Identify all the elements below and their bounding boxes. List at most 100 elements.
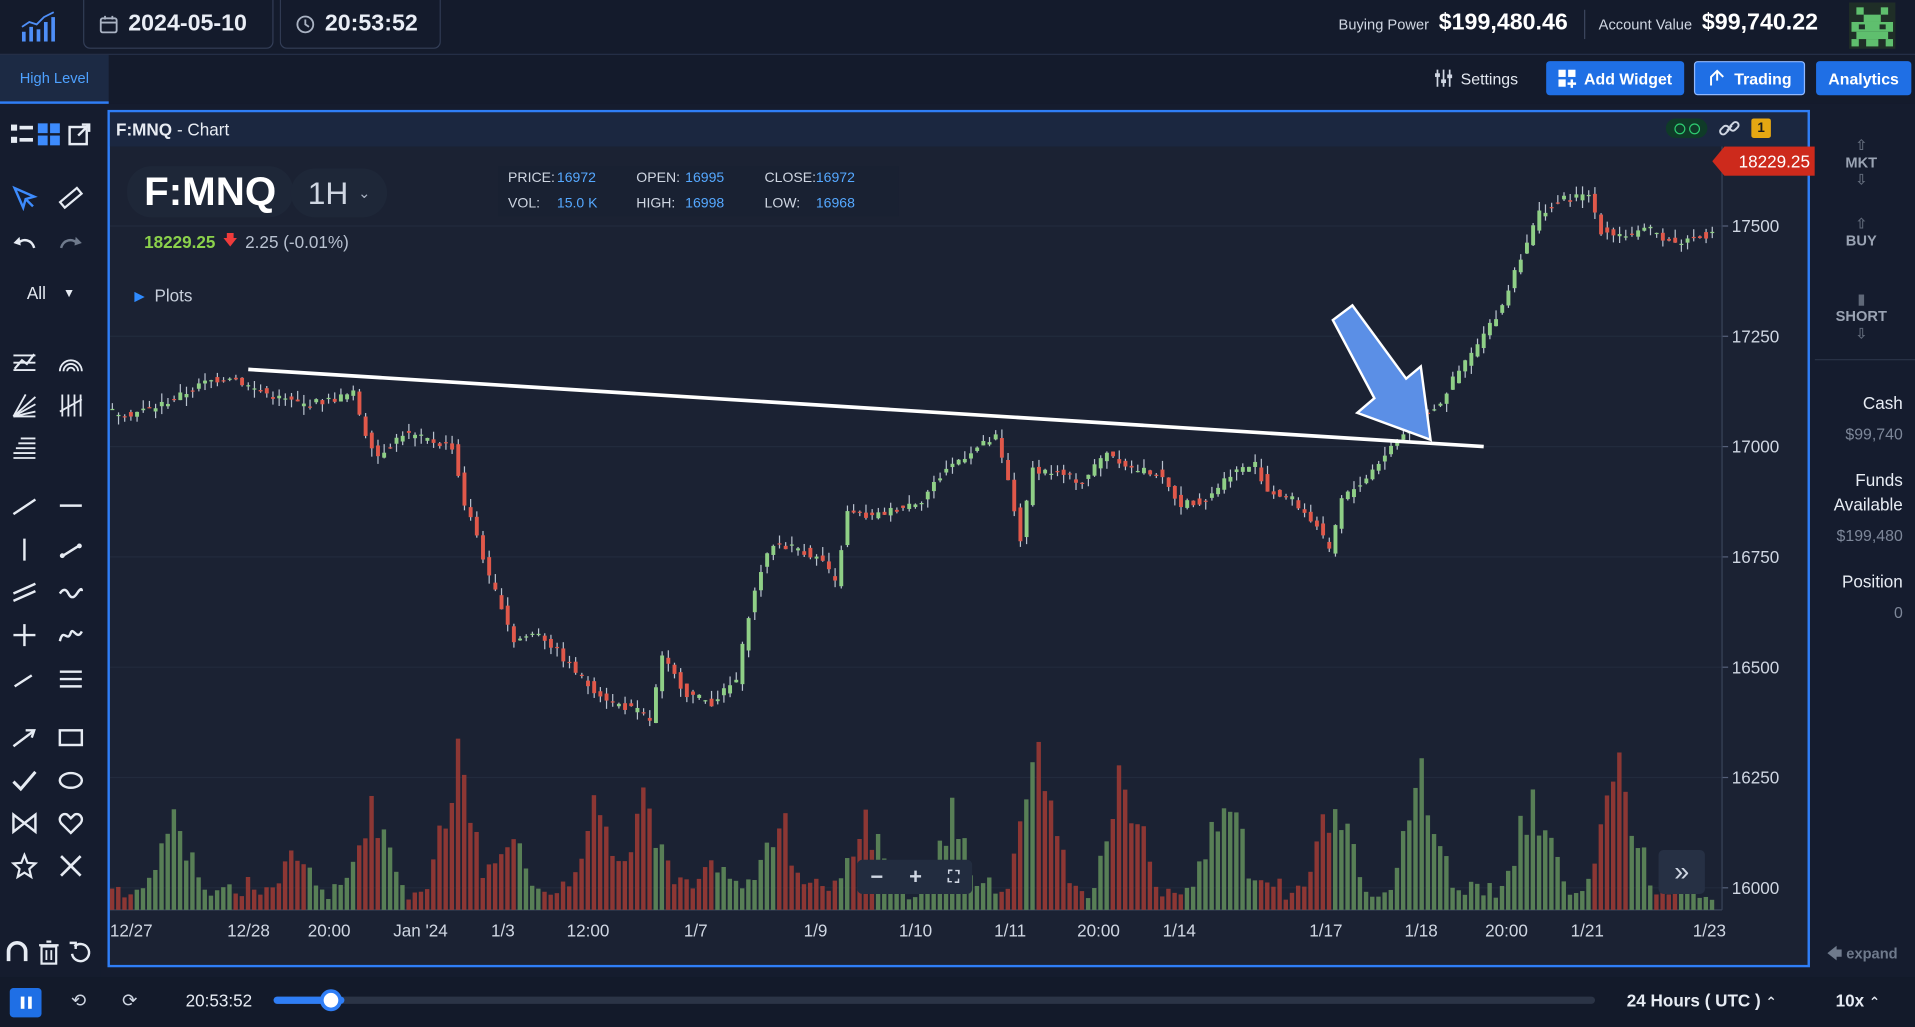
grid-layout-icon[interactable] xyxy=(34,120,63,149)
candle-body xyxy=(919,503,924,505)
scroll-to-latest-button[interactable]: » xyxy=(1658,850,1705,894)
timeframe-select[interactable]: 1H ⌄ xyxy=(290,168,388,218)
chart-symbol[interactable]: F:MNQ xyxy=(127,166,294,218)
candle-body xyxy=(1506,290,1511,306)
wave-icon[interactable] xyxy=(56,578,85,607)
short-line-icon[interactable] xyxy=(10,664,39,693)
link-icon[interactable] xyxy=(1717,118,1741,138)
tab-high-level[interactable]: High Level xyxy=(0,54,109,104)
volume-bar xyxy=(202,889,207,910)
sync-toggle[interactable] xyxy=(1665,118,1708,139)
fib-time-icon[interactable] xyxy=(56,391,85,420)
candle-body xyxy=(1432,409,1437,411)
trash-icon[interactable] xyxy=(34,938,63,967)
zoom-in-icon[interactable]: + xyxy=(909,864,922,890)
candle-body xyxy=(950,463,955,468)
volume-bar xyxy=(912,897,918,910)
alert-count-badge[interactable]: 1 xyxy=(1751,118,1771,139)
cursor-icon[interactable] xyxy=(10,183,39,212)
crosshair-icon[interactable] xyxy=(10,620,39,649)
close-icon[interactable] xyxy=(56,851,85,880)
app-logo-icon[interactable] xyxy=(17,7,66,46)
arrow-tool-icon[interactable] xyxy=(10,723,39,752)
step-forward-icon[interactable]: ⟳ xyxy=(122,989,137,1011)
date-display[interactable]: 2024-05-10 xyxy=(83,0,274,49)
candle-body xyxy=(394,437,399,444)
volume-bar xyxy=(1184,887,1190,910)
candle-body xyxy=(592,681,597,694)
pause-button[interactable] xyxy=(9,988,42,1018)
volume-bar xyxy=(431,859,436,910)
playback-slider[interactable] xyxy=(273,996,1596,1004)
zoom-out-icon[interactable]: − xyxy=(870,864,883,890)
candle-body xyxy=(1469,352,1474,366)
magnet-icon[interactable] xyxy=(2,938,31,967)
add-widget-button[interactable]: Add Widget xyxy=(1546,61,1685,96)
heart-icon[interactable] xyxy=(56,809,85,838)
volume-bar xyxy=(1252,880,1258,910)
list-layout-icon[interactable] xyxy=(7,120,36,149)
rectangle-icon[interactable] xyxy=(56,723,85,752)
candle-body xyxy=(1710,231,1715,234)
candle-body xyxy=(1296,500,1301,509)
fit-screen-icon[interactable]: ⛶ xyxy=(948,867,959,887)
reset-icon[interactable] xyxy=(66,938,95,967)
price-chart[interactable]: 17500 17250 17000 16750 16500 16250 16000 12/27… xyxy=(109,146,1808,965)
trend-analysis-icon[interactable] xyxy=(10,348,39,377)
analytics-button[interactable]: Analytics xyxy=(1816,61,1912,96)
speed-select[interactable]: 10x ⌃ xyxy=(1836,990,1881,1010)
volume-bar xyxy=(1209,821,1214,910)
candle-body xyxy=(1302,509,1307,513)
bar-icon: ▮ xyxy=(1857,290,1866,308)
tool-filter-select[interactable]: All ▼ xyxy=(27,283,75,303)
candle-body xyxy=(1623,236,1628,238)
popout-icon[interactable] xyxy=(65,120,94,149)
settings-button[interactable]: Settings xyxy=(1422,61,1531,95)
candle-body xyxy=(413,434,417,439)
market-order-button[interactable]: ⇧ MKT ⇩ xyxy=(1815,137,1908,188)
short-button[interactable]: ▮ SHORT ⇩ xyxy=(1815,291,1908,342)
volume-bar xyxy=(1394,867,1400,910)
ruler-icon[interactable] xyxy=(56,183,85,212)
fib-retracement-icon[interactable] xyxy=(10,432,39,461)
buy-button[interactable]: ⇧ BUY xyxy=(1815,215,1908,249)
line-tool-icon[interactable] xyxy=(10,491,39,520)
parallel-channel-icon[interactable] xyxy=(10,578,39,607)
time-display[interactable]: 20:53:52 xyxy=(279,0,441,49)
brush-icon[interactable] xyxy=(56,620,85,649)
volume-bar xyxy=(264,887,269,910)
timezone-select[interactable]: 24 Hours ( UTC ) ⌃ xyxy=(1627,990,1777,1010)
menu-lines-icon[interactable] xyxy=(56,664,85,693)
volume-bar xyxy=(783,813,788,910)
undo-icon[interactable] xyxy=(10,232,39,261)
ray-icon[interactable] xyxy=(56,535,85,564)
volume-bar xyxy=(1543,830,1548,910)
avatar[interactable] xyxy=(1849,2,1896,49)
volume-bar xyxy=(338,884,343,910)
volume-bar xyxy=(1518,815,1523,910)
volume-bar xyxy=(672,884,677,910)
step-back-icon[interactable]: ⟲ xyxy=(71,989,86,1011)
horizontal-line-icon[interactable] xyxy=(56,491,85,520)
candle-body xyxy=(1117,459,1122,464)
expand-button[interactable]: 🡄 expand xyxy=(1827,943,1898,969)
candle-body xyxy=(1339,498,1344,529)
gann-fan-icon[interactable] xyxy=(10,391,39,420)
plots-toggle[interactable]: ▶ Plots xyxy=(134,286,192,306)
vertical-line-icon[interactable] xyxy=(10,535,39,564)
volume-bar xyxy=(1580,891,1585,910)
candle-body xyxy=(808,547,813,558)
playback-slider-handle[interactable] xyxy=(319,989,342,1012)
star-icon[interactable] xyxy=(10,851,39,880)
ellipse-icon[interactable] xyxy=(56,766,85,795)
trading-button[interactable]: Trading xyxy=(1693,61,1806,96)
redo-icon[interactable] xyxy=(56,232,85,261)
bowtie-icon[interactable] xyxy=(10,809,39,838)
check-icon[interactable] xyxy=(10,766,39,795)
arrow-down-icon: ⇩ xyxy=(1855,324,1868,342)
volume-bar xyxy=(789,865,794,910)
fib-arc-icon[interactable] xyxy=(56,348,85,377)
candle-body xyxy=(1185,500,1190,508)
volume-bar xyxy=(128,894,133,910)
vol-value: 15.0 K xyxy=(556,196,598,212)
